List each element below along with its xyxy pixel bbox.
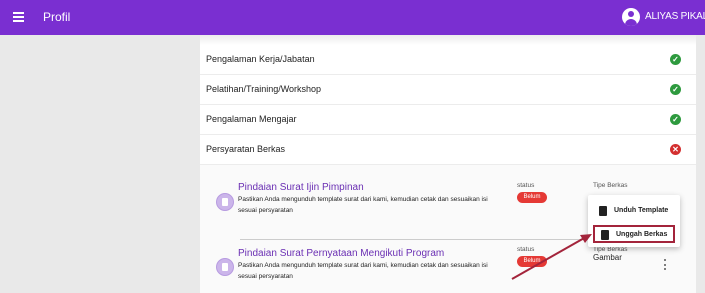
menu-item-label: Unduh Template xyxy=(614,207,669,214)
menu-item-label: Unggah Berkas xyxy=(616,231,668,238)
upload-file-button[interactable]: Unggah Berkas xyxy=(593,225,675,243)
file-download-icon xyxy=(599,206,607,216)
profile-panel: Pengalaman Kerja/Jabatan ✓ Pelatihan/Tra… xyxy=(200,35,696,293)
status-label: status xyxy=(517,246,535,253)
check-icon: ✓ xyxy=(670,54,681,65)
section-row[interactable]: Persyaratan Berkas ✕ xyxy=(200,135,696,165)
section-label: Pelatihan/Training/Workshop xyxy=(206,84,322,94)
status-label: status xyxy=(517,182,535,189)
section-row[interactable]: Pengalaman Kerja/Jabatan ✓ xyxy=(200,45,696,75)
page-title: Profil xyxy=(43,10,71,24)
document-description: Pastikan Anda mengunduh template surat d… xyxy=(238,196,488,214)
file-upload-icon xyxy=(601,230,609,240)
status-badge: Belum xyxy=(517,192,547,203)
hamburger-icon[interactable] xyxy=(13,12,24,22)
more-vert-icon[interactable] xyxy=(662,259,668,270)
section-row[interactable]: Pelatihan/Training/Workshop ✓ xyxy=(200,75,696,105)
status-badge: Belum xyxy=(517,256,547,267)
document-title: Pindaian Surat Ijin Pimpinan xyxy=(238,182,364,193)
app-bar: Profil ALIYAS PIKAL xyxy=(0,0,705,35)
account-circle-icon[interactable] xyxy=(622,8,640,26)
check-icon: ✓ xyxy=(670,84,681,95)
error-icon: ✕ xyxy=(670,144,681,155)
document-icon xyxy=(216,193,234,211)
type-value: Gambar xyxy=(593,253,622,262)
type-label: Tipe Berkas xyxy=(593,182,628,189)
section-label: Pengalaman Kerja/Jabatan xyxy=(206,54,315,64)
user-name[interactable]: ALIYAS PIKAL xyxy=(645,11,705,22)
document-title: Pindaian Surat Pernyataan Mengikuti Prog… xyxy=(238,248,445,259)
section-label: Pengalaman Mengajar xyxy=(206,114,297,124)
file-action-menu: Unduh Template Unggah Berkas xyxy=(588,195,680,247)
check-icon: ✓ xyxy=(670,114,681,125)
section-row[interactable]: Pengalaman Mengajar ✓ xyxy=(200,105,696,135)
document-description: Pastikan Anda mengunduh template surat d… xyxy=(238,262,488,280)
type-label: Tipe Berkas xyxy=(593,246,628,253)
download-template-button[interactable]: Unduh Template xyxy=(593,203,675,221)
document-icon xyxy=(216,258,234,276)
section-label: Persyaratan Berkas xyxy=(206,144,286,154)
